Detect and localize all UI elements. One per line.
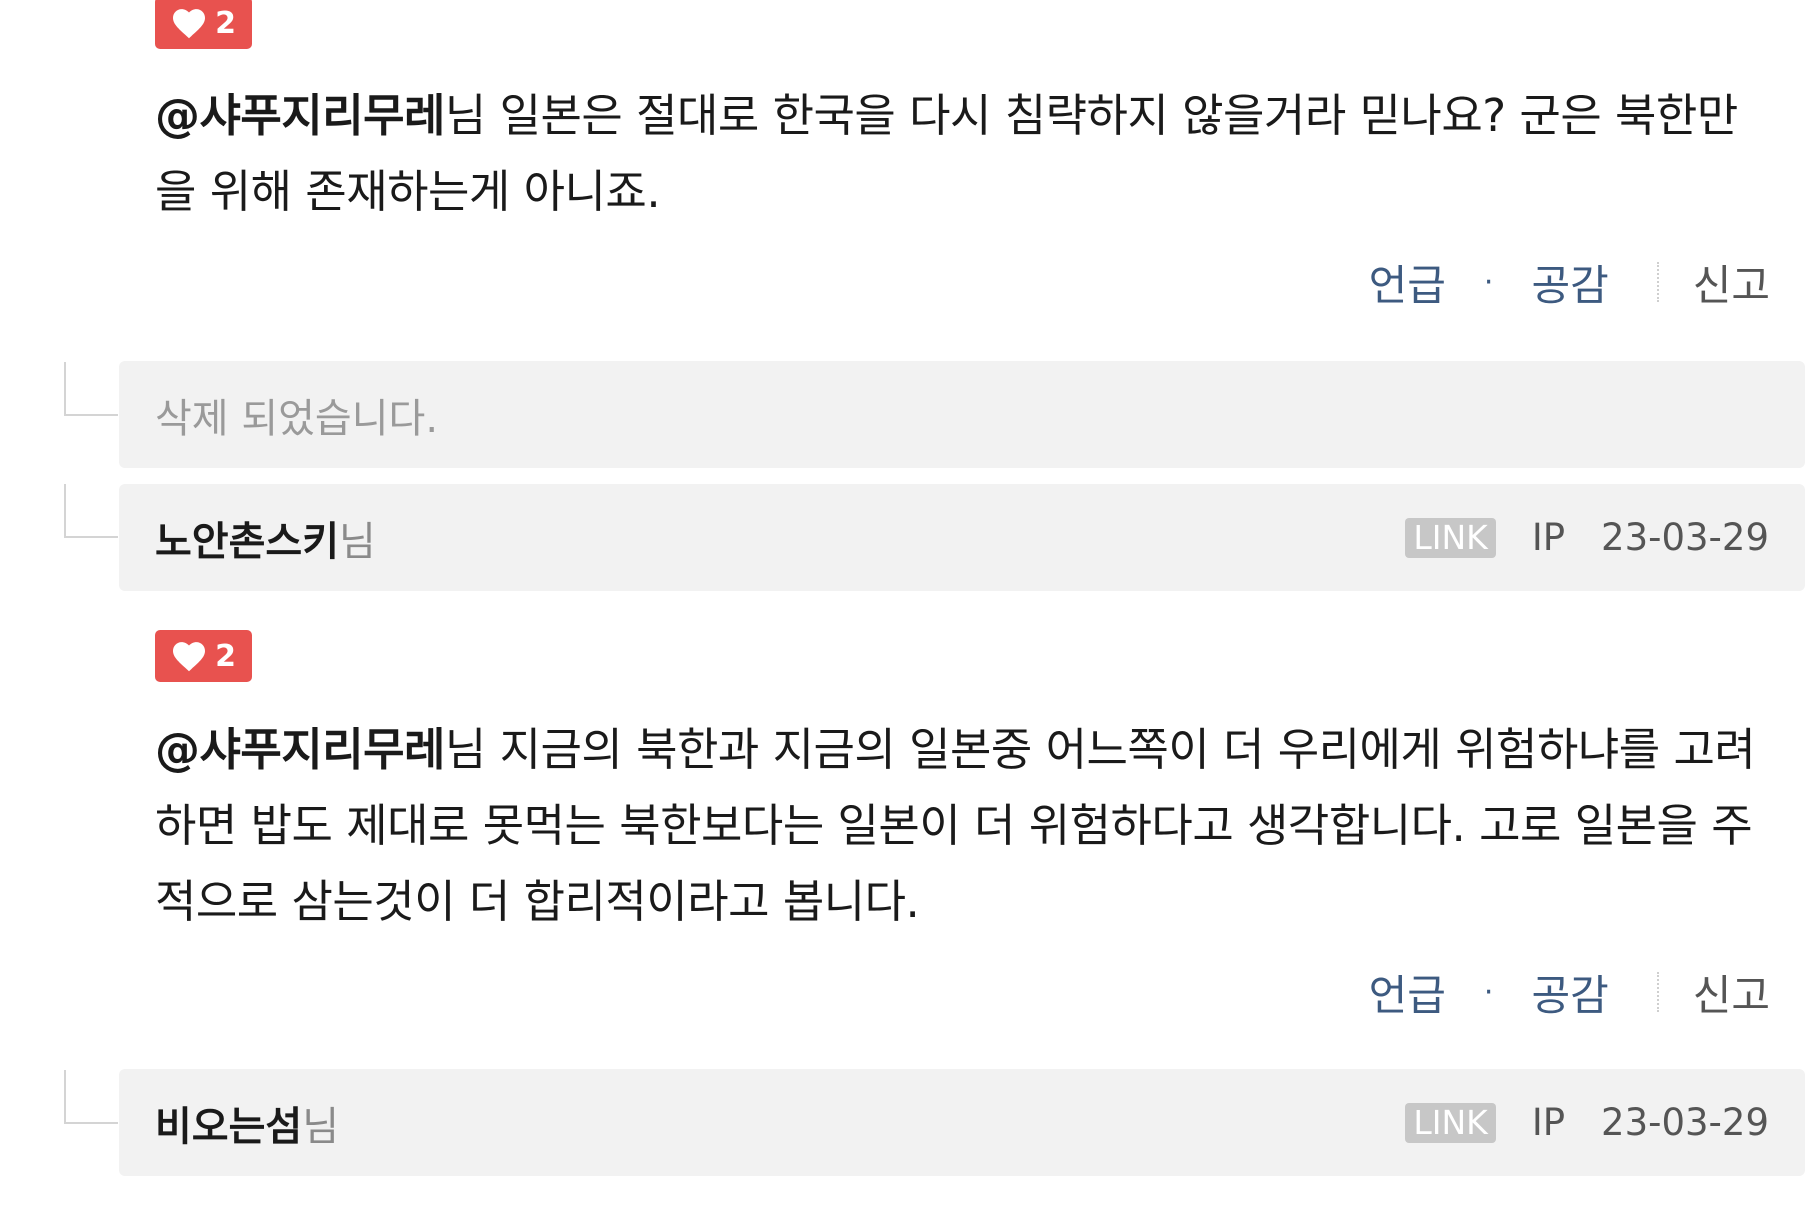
like-count: 2 xyxy=(215,5,236,41)
reply-connector xyxy=(64,1070,118,1124)
like-button[interactable]: 공감 xyxy=(1531,962,1608,1023)
ip-label: IP xyxy=(1531,516,1566,559)
link-badge[interactable]: LINK xyxy=(1405,517,1496,558)
mention-link[interactable]: @샤푸지리무레 xyxy=(155,723,445,776)
like-button[interactable]: 공감 xyxy=(1531,252,1608,313)
report-button[interactable]: 신고 xyxy=(1693,962,1770,1023)
author[interactable]: 노안촌스키 님 xyxy=(155,509,376,567)
author-name[interactable]: 노안촌스키 xyxy=(155,509,339,567)
reply-date: 23-03-29 xyxy=(1601,1101,1769,1144)
deleted-message: 삭제 되었습니다. xyxy=(155,395,439,442)
author-name[interactable]: 비오는섬 xyxy=(155,1094,302,1152)
reply-connector xyxy=(64,362,118,416)
comment-text: @샤푸지리무레님 지금의 북한과 지금의 일본중 어느쪽이 더 우리에게 위험하… xyxy=(155,712,1770,940)
mention-button[interactable]: 언급 xyxy=(1369,252,1446,313)
author[interactable]: 비오는섬 님 xyxy=(155,1094,339,1152)
heart-icon xyxy=(173,9,206,39)
report-button[interactable]: 신고 xyxy=(1693,252,1770,313)
author-suffix: 님 xyxy=(302,1103,340,1150)
ip-label: IP xyxy=(1531,1101,1566,1144)
like-count-badge: 2 xyxy=(155,0,252,49)
mention-button[interactable]: 언급 xyxy=(1369,962,1446,1023)
comment-actions: 언급 · 공감 신고 xyxy=(1369,962,1770,1022)
reply-meta: LINK IP 23-03-29 xyxy=(1405,516,1769,559)
action-divider xyxy=(1656,262,1659,302)
link-badge[interactable]: LINK xyxy=(1405,1102,1496,1143)
comment-text: @샤푸지리무레님 일본은 절대로 한국을 다시 침략하지 않을거라 믿나요? 군… xyxy=(155,78,1770,230)
mention-link[interactable]: @샤푸지리무레 xyxy=(155,89,445,142)
like-count-badge: 2 xyxy=(155,630,252,682)
comment-actions: 언급 · 공감 신고 xyxy=(1369,252,1770,312)
reply-header: 노안촌스키 님 LINK IP 23-03-29 xyxy=(119,484,1805,591)
author-suffix: 님 xyxy=(339,518,376,565)
reply-connector xyxy=(64,484,118,538)
like-count: 2 xyxy=(215,638,236,674)
action-separator-dot: · xyxy=(1483,264,1494,300)
action-divider xyxy=(1656,972,1659,1012)
reply-meta: LINK IP 23-03-29 xyxy=(1405,1101,1769,1144)
action-separator-dot: · xyxy=(1483,974,1494,1010)
heart-icon xyxy=(173,642,206,672)
reply-date: 23-03-29 xyxy=(1601,516,1769,559)
deleted-reply-row: 삭제 되었습니다. xyxy=(119,361,1805,468)
reply-header: 비오는섬 님 LINK IP 23-03-29 xyxy=(119,1069,1805,1176)
